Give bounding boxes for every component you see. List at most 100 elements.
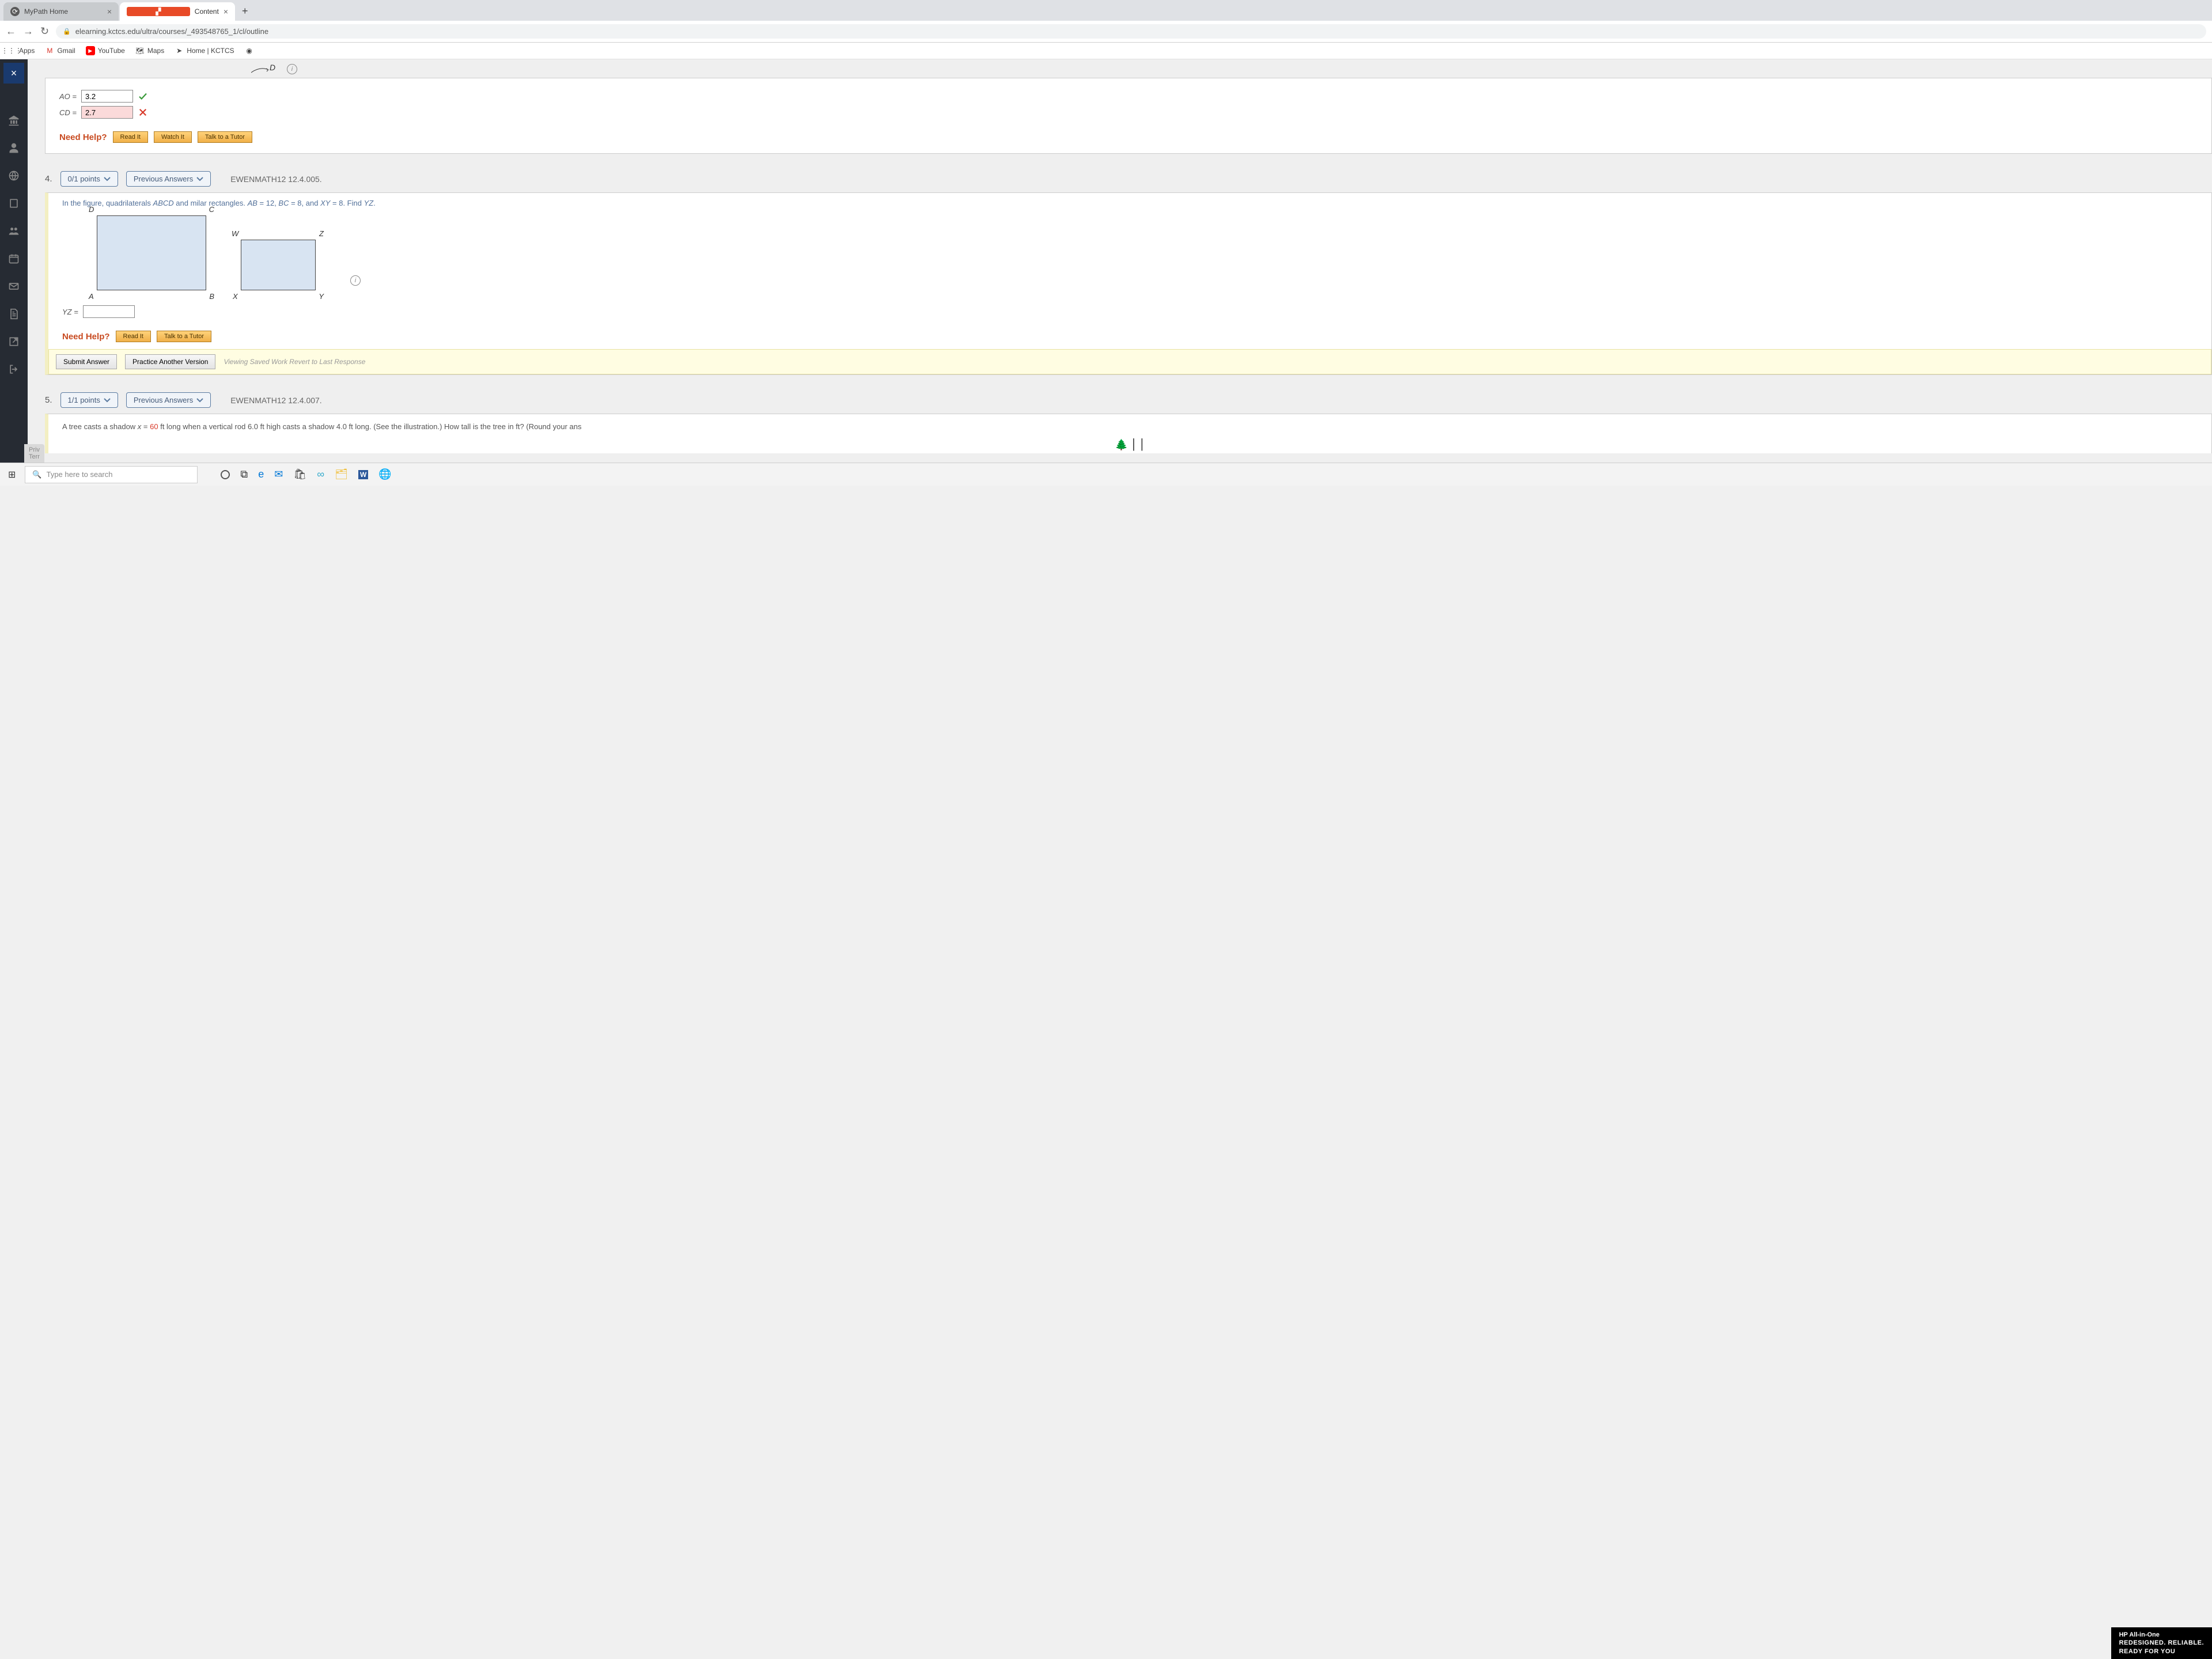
- taskview-icon[interactable]: ⧉: [240, 468, 248, 480]
- cd-input[interactable]: [81, 106, 133, 119]
- taskbar-search[interactable]: 🔍 Type here to search: [25, 466, 198, 483]
- start-button[interactable]: ⊞: [5, 469, 19, 480]
- vertex-a: A: [89, 292, 94, 301]
- sidebar-close-button[interactable]: ×: [3, 63, 24, 84]
- practice-another-button[interactable]: Practice Another Version: [125, 354, 215, 369]
- search-icon: 🔍: [32, 470, 41, 479]
- bookmark-gmail[interactable]: M Gmail: [45, 46, 75, 55]
- bookmark-maps[interactable]: 🗺 Maps: [135, 46, 164, 55]
- check-icon: [138, 91, 148, 101]
- read-it-button[interactable]: Read It: [116, 331, 151, 342]
- previous-answers-dropdown[interactable]: Previous Answers: [126, 171, 211, 187]
- chevron-down-icon: [104, 398, 111, 403]
- close-icon[interactable]: ×: [107, 7, 112, 16]
- sidebar-item-courses[interactable]: [0, 191, 28, 216]
- question-5-card: A tree casts a shadow x = 60 ft long whe…: [45, 414, 2212, 453]
- word-icon[interactable]: W: [358, 470, 368, 479]
- sidebar-item-profile[interactable]: [0, 135, 28, 161]
- footer-links: Priv Terr: [24, 444, 44, 463]
- x-icon: [138, 107, 148, 118]
- points-label: 0/1 points: [68, 175, 100, 183]
- tab-label: Content: [195, 7, 219, 16]
- apps-icon: ⋮⋮⋮: [7, 46, 16, 55]
- rect-abcd: [97, 215, 206, 290]
- watch-it-button[interactable]: Watch It: [154, 131, 192, 143]
- hp-line1: HP All-in-One: [2119, 1631, 2204, 1639]
- points-dropdown[interactable]: 1/1 points: [60, 392, 118, 408]
- footer-priv[interactable]: Priv: [29, 446, 40, 453]
- info-icon[interactable]: i: [287, 64, 297, 74]
- sidebar-item-calendar[interactable]: [0, 246, 28, 271]
- sidebar: ×: [0, 59, 28, 463]
- need-help-label: Need Help?: [62, 332, 110, 342]
- yz-label: YZ =: [62, 308, 78, 316]
- reload-icon[interactable]: ↻: [40, 25, 49, 37]
- mypath-favicon-icon: ⟳: [10, 7, 20, 16]
- bookmark-kctcs[interactable]: ➤ Home | KCTCS: [175, 46, 234, 55]
- question-3-card: AO = CD = Need Help? Read It Watch It Ta…: [45, 78, 2212, 154]
- mail-icon[interactable]: ✉: [274, 468, 283, 480]
- bookmark-label: Maps: [147, 47, 164, 55]
- vertex-z: Z: [319, 229, 324, 238]
- youtube-icon: ▶: [86, 46, 95, 55]
- saved-work-text[interactable]: Viewing Saved Work Revert to Last Respon…: [224, 358, 365, 366]
- home-icon: ➤: [175, 46, 184, 55]
- bookmark-apps[interactable]: ⋮⋮⋮ Apps: [7, 46, 35, 55]
- forward-icon[interactable]: →: [23, 25, 33, 37]
- previous-answers-dropdown[interactable]: Previous Answers: [126, 392, 211, 408]
- cortana-icon[interactable]: [221, 470, 230, 479]
- talk-tutor-button[interactable]: Talk to a Tutor: [157, 331, 211, 342]
- calendar-icon: [8, 253, 20, 264]
- bookmark-label: Home | KCTCS: [187, 47, 234, 55]
- ao-input[interactable]: [81, 90, 133, 103]
- ao-label: AO =: [59, 92, 77, 101]
- gmail-icon: M: [45, 46, 54, 55]
- sidebar-item-tools[interactable]: [0, 329, 28, 354]
- institution-icon: [8, 115, 20, 126]
- sidebar-item-messages[interactable]: [0, 274, 28, 299]
- submit-answer-button[interactable]: Submit Answer: [56, 354, 117, 369]
- prev-label: Previous Answers: [134, 396, 193, 404]
- chevron-down-icon: [104, 177, 111, 181]
- vertex-c: C: [209, 205, 214, 214]
- prev-label: Previous Answers: [134, 175, 193, 183]
- close-icon[interactable]: ×: [224, 7, 228, 16]
- hp-sticker: HP All-in-One REDESIGNED. RELIABLE. READ…: [2111, 1627, 2212, 1659]
- bookmark-youtube[interactable]: ▶ YouTube: [86, 46, 125, 55]
- question-number: 5.: [45, 395, 52, 405]
- question-5-text: A tree casts a shadow x = 60 ft long whe…: [62, 422, 2198, 431]
- read-it-button[interactable]: Read It: [113, 131, 148, 143]
- back-icon[interactable]: ←: [6, 25, 16, 37]
- app-icon[interactable]: ∞: [317, 468, 324, 480]
- envelope-icon: [8, 281, 20, 292]
- points-dropdown[interactable]: 0/1 points: [60, 171, 118, 187]
- store-icon[interactable]: 🛍: [293, 468, 306, 480]
- search-placeholder: Type here to search: [47, 470, 113, 479]
- vertex-b: B: [209, 292, 214, 301]
- sidebar-item-institution[interactable]: [0, 108, 28, 133]
- info-icon[interactable]: i: [350, 275, 361, 286]
- question-ref: EWENMATH12 12.4.005.: [230, 175, 321, 184]
- url-text: elearning.kctcs.edu/ultra/courses/_49354…: [75, 27, 268, 36]
- sidebar-item-activity[interactable]: [0, 163, 28, 188]
- sidebar-item-grades[interactable]: [0, 301, 28, 327]
- sidebar-item-signout[interactable]: [0, 357, 28, 382]
- chrome-icon[interactable]: 🌐: [378, 468, 391, 480]
- rect-wxyz: [241, 240, 316, 290]
- url-field[interactable]: 🔒 elearning.kctcs.edu/ultra/courses/_493…: [56, 24, 2206, 39]
- yz-input[interactable]: [83, 305, 135, 318]
- new-tab-button[interactable]: +: [236, 2, 254, 21]
- tab-content[interactable]: ▞ Content ×: [120, 2, 235, 21]
- sidebar-item-organizations[interactable]: [0, 218, 28, 244]
- question-ref: EWENMATH12 12.4.007.: [230, 396, 321, 405]
- vertex-d: D: [89, 205, 94, 214]
- explorer-icon[interactable]: 🗂: [335, 468, 348, 480]
- footer-terr[interactable]: Terr: [29, 453, 40, 460]
- talk-tutor-button[interactable]: Talk to a Tutor: [198, 131, 252, 143]
- points-label: 1/1 points: [68, 396, 100, 404]
- bookmark-extra[interactable]: ◉: [245, 46, 254, 55]
- top-d-marker: D i: [55, 65, 2212, 78]
- edge-icon[interactable]: e: [258, 468, 264, 480]
- tab-mypath[interactable]: ⟳ MyPath Home ×: [3, 2, 119, 21]
- question-4-header: 4. 0/1 points Previous Answers EWENMATH1…: [45, 171, 2212, 187]
